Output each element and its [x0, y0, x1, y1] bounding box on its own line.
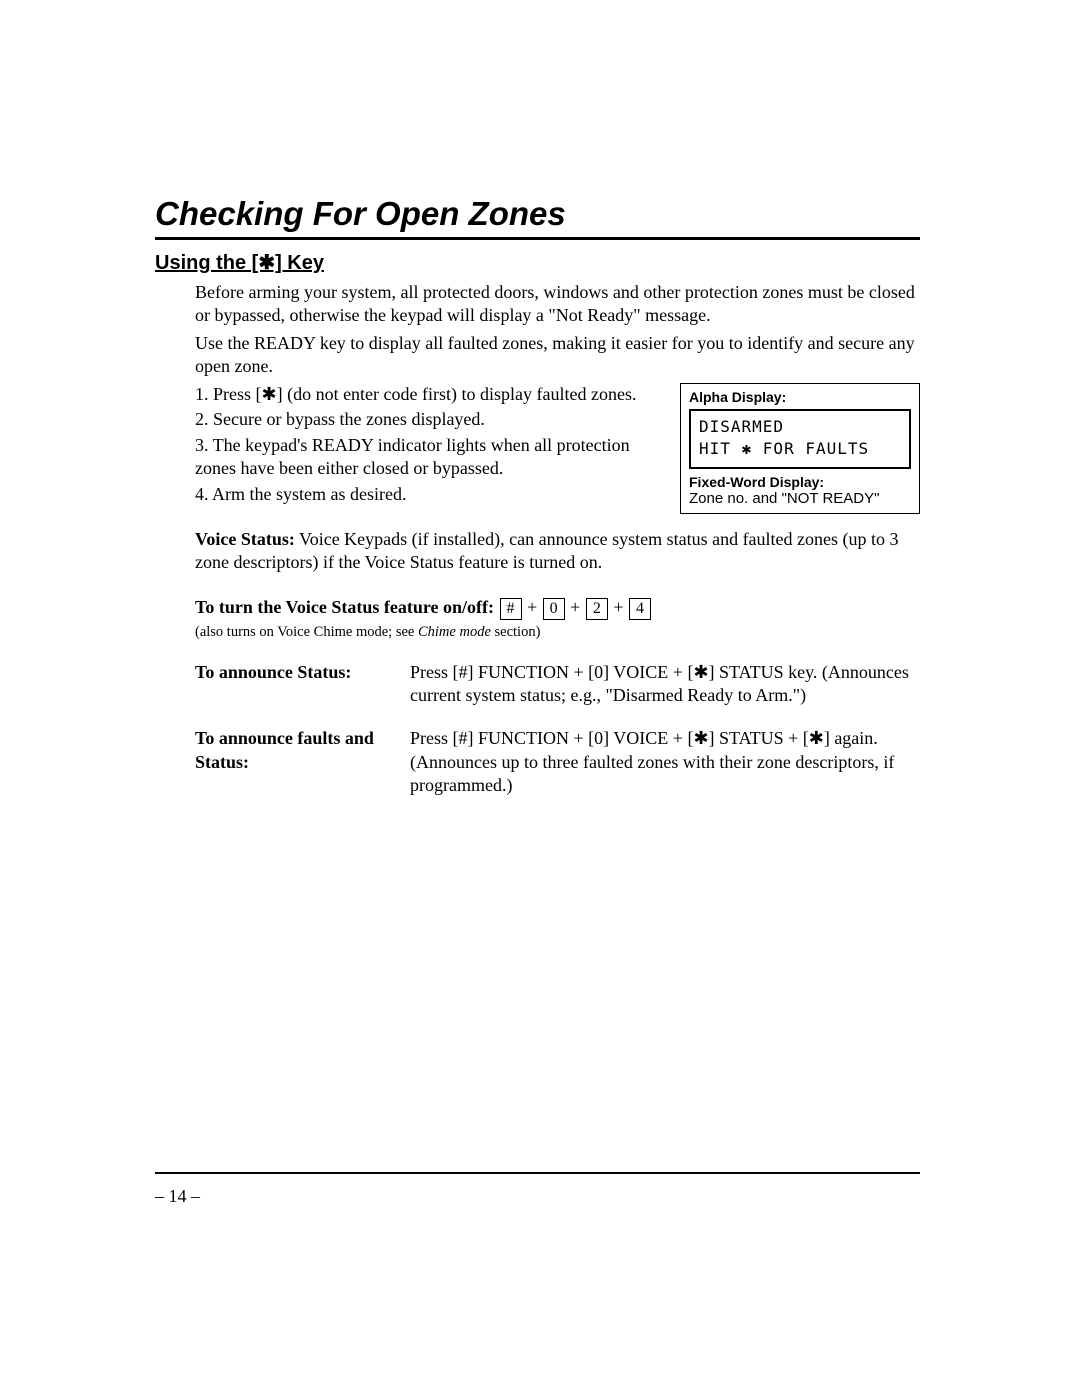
keypad-key-hash: #	[500, 598, 522, 620]
fixed-word-text: Zone no. and "NOT READY"	[689, 490, 911, 507]
voice-status-label: Voice Status:	[195, 529, 295, 549]
lcd-line-2: HIT ✱ FOR FAULTS	[699, 438, 901, 460]
steps-list: 1. Press [✱] (do not enter code first) t…	[195, 383, 662, 508]
footer-rule	[155, 1172, 920, 1174]
key-separator: +	[523, 597, 542, 617]
title-rule	[155, 237, 920, 240]
note-italic: Chime mode	[418, 624, 491, 640]
announce-status-text: Press [#] FUNCTION + [0] VOICE + [✱] STA…	[410, 661, 920, 708]
keypad-key-4: 4	[629, 598, 651, 620]
intro-paragraph-1: Before arming your system, all protected…	[195, 281, 920, 326]
voice-status-text: Voice Keypads (if installed), can announ…	[195, 529, 899, 572]
fixed-word-label: Fixed-Word Display:	[689, 474, 911, 490]
step-item: 4. Arm the system as desired.	[195, 483, 662, 506]
alpha-display-label: Alpha Display:	[689, 389, 911, 405]
voice-toggle-row: To turn the Voice Status feature on/off:…	[195, 597, 920, 620]
announce-faults-label: To announce faults and Status:	[195, 727, 410, 797]
page-number: – 14 –	[0, 1186, 1080, 1207]
voice-status-paragraph: Voice Status: Voice Keypads (if installe…	[195, 528, 920, 575]
key-separator: +	[566, 597, 585, 617]
page-title: Checking For Open Zones	[155, 195, 920, 233]
step-item: 3. The keypad's READY indicator lights w…	[195, 434, 662, 481]
announce-status-label: To announce Status:	[195, 661, 410, 708]
keypad-key-2: 2	[586, 598, 608, 620]
announce-faults-text: Press [#] FUNCTION + [0] VOICE + [✱] STA…	[410, 727, 920, 797]
lcd-line-1: DISARMED	[699, 416, 901, 438]
intro-paragraph-2: Use the READY key to display all faulted…	[195, 332, 920, 377]
voice-toggle-label: To turn the Voice Status feature on/off:	[195, 597, 494, 617]
step-item: 1. Press [✱] (do not enter code first) t…	[195, 383, 662, 406]
lcd-screen: DISARMED HIT ✱ FOR FAULTS	[689, 409, 911, 469]
keypad-key-0: 0	[543, 598, 565, 620]
display-panel: Alpha Display: DISARMED HIT ✱ FOR FAULTS…	[680, 383, 920, 514]
key-separator: +	[609, 597, 628, 617]
voice-toggle-note: (also turns on Voice Chime mode; see Chi…	[195, 624, 920, 641]
note-prefix: (also turns on Voice Chime mode; see	[195, 624, 418, 640]
note-suffix: section)	[491, 624, 541, 640]
step-item: 2. Secure or bypass the zones displayed.	[195, 408, 662, 431]
section-heading: Using the [✱] Key	[155, 250, 920, 275]
